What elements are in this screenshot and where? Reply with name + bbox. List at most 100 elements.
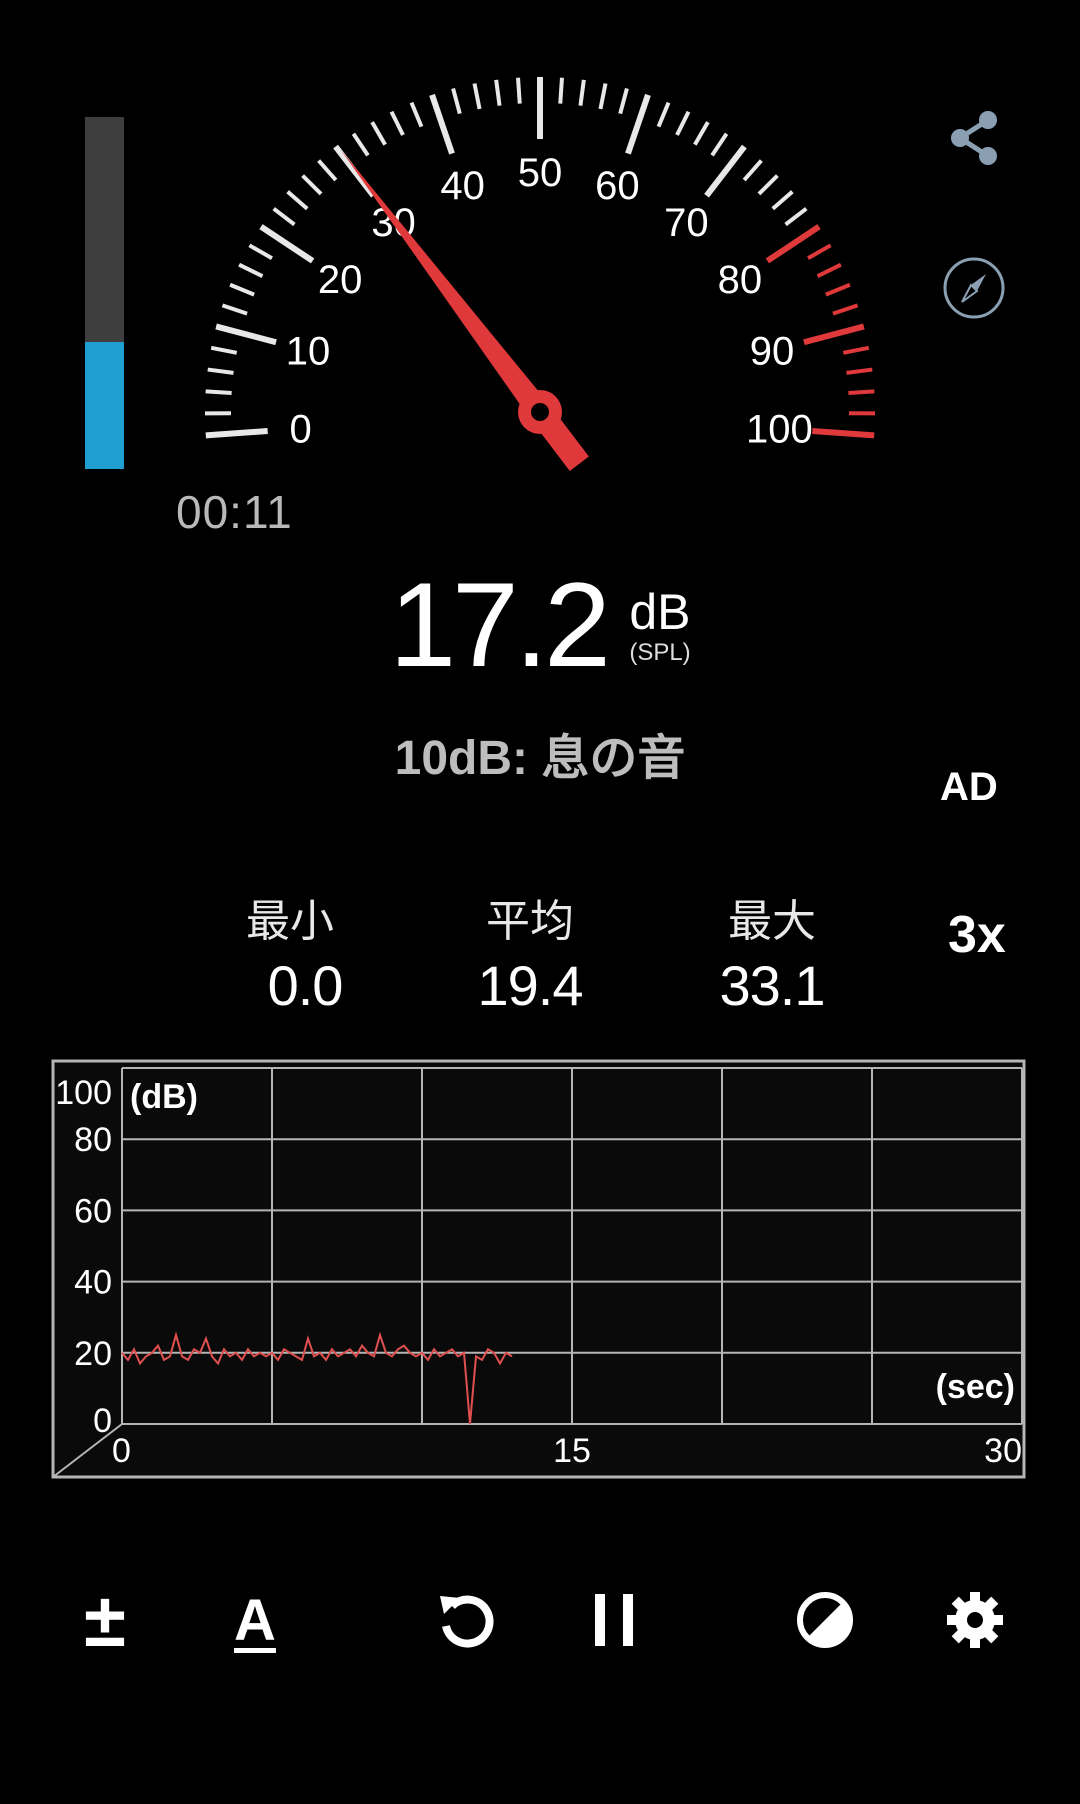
gauge-tick-label: 50 xyxy=(518,151,563,195)
gauge-tick xyxy=(625,93,651,155)
chart-x-tick-label: 15 xyxy=(553,1432,591,1470)
stat-avg: 平均 19.4 xyxy=(410,885,650,1018)
gauge-tick xyxy=(215,323,277,346)
reset-icon xyxy=(440,1595,494,1648)
plus-minus-icon: ± xyxy=(84,1577,126,1663)
history-chart: 100 80 60 40 20 0 0 15 30 (dB) (sec) xyxy=(51,1059,1026,1479)
chart-y-tick-label: 80 xyxy=(74,1121,112,1159)
compass-button[interactable] xyxy=(934,248,1014,328)
gauge-tick xyxy=(272,207,296,227)
gauge-tick xyxy=(494,79,502,106)
chart-x-tick-label: 0 xyxy=(112,1432,131,1470)
gauge-tick xyxy=(832,303,859,316)
gauge-tick xyxy=(618,87,629,115)
gauge-tick xyxy=(742,159,763,182)
gauge-tick xyxy=(389,110,405,136)
gauge-tick xyxy=(825,282,851,297)
reading-value: 17.2 xyxy=(389,558,611,692)
gauge-tick-label: 100 xyxy=(746,408,813,452)
settings-button[interactable] xyxy=(925,1570,1025,1670)
a-weighting-icon: A xyxy=(234,1587,276,1653)
gauge-tick xyxy=(205,389,232,396)
reading-unit-group: dB (SPL) xyxy=(629,587,690,665)
ad-button[interactable]: AD xyxy=(940,765,998,810)
gauge-tick xyxy=(757,174,779,196)
gauge-tick xyxy=(656,101,671,128)
stat-max-value: 33.1 xyxy=(719,954,826,1017)
theme-button[interactable] xyxy=(775,1570,875,1670)
pause-icon xyxy=(595,1594,633,1646)
gauge-tick xyxy=(286,190,309,211)
gauge-tick xyxy=(558,77,564,104)
gauge-needle-hub-hole xyxy=(531,403,549,421)
chart-y-tick-label: 100 xyxy=(55,1074,112,1112)
gauge-tick-label: 20 xyxy=(318,258,363,302)
gauge-ticks xyxy=(204,77,876,439)
gauge-tick xyxy=(451,87,462,115)
contrast-icon xyxy=(797,1592,853,1648)
gauge-tick xyxy=(429,93,455,155)
stat-avg-value: 19.4 xyxy=(477,954,584,1017)
gauge-tick xyxy=(238,262,264,278)
gauge-tick xyxy=(842,345,870,355)
gauge-tick xyxy=(771,190,794,211)
compass-icon xyxy=(943,257,1005,319)
gauge-tick xyxy=(210,345,238,355)
sound-level-gauge: 0102030405060708090100 xyxy=(204,77,876,472)
gauge-tick-label: 40 xyxy=(440,164,485,208)
gauge-tick xyxy=(516,77,522,104)
time-scale-button[interactable]: 3x xyxy=(948,905,1006,965)
gauge-tick xyxy=(675,110,691,136)
gauge-tick xyxy=(803,323,865,346)
gauge-tick xyxy=(301,174,323,196)
gauge-tick-label: 60 xyxy=(595,164,640,208)
gauge-tick-label: 0 xyxy=(289,408,311,452)
gauge-tick xyxy=(846,367,873,375)
gauge-tick xyxy=(710,132,729,157)
stat-avg-label: 平均 xyxy=(486,897,574,946)
gauge-tick xyxy=(351,132,370,157)
stat-min-label: 最小 xyxy=(246,897,334,946)
gauge-tick-label: 70 xyxy=(664,201,709,245)
reset-button[interactable] xyxy=(416,1570,516,1670)
gauge-tick xyxy=(221,303,248,316)
stat-max: 最大 33.1 xyxy=(652,885,892,1018)
gauge-tick xyxy=(784,207,808,227)
reference-description: 10dB: 息の音 xyxy=(394,732,686,785)
gauge-tick xyxy=(317,159,338,182)
gauge-tick xyxy=(205,428,268,439)
elapsed-timer: 00:11 xyxy=(176,486,293,538)
chart-y-tick-label: 40 xyxy=(74,1264,112,1302)
current-reading: 17.2 dB (SPL) xyxy=(0,565,1080,685)
gauge-tick-label: 10 xyxy=(286,330,331,374)
stat-min: 最小 0.0 xyxy=(170,885,410,1018)
chart-y-tick-label: 0 xyxy=(93,1402,112,1440)
gauge-tick xyxy=(807,243,832,260)
level-meter-bar xyxy=(85,117,124,469)
gauge-tick xyxy=(472,83,482,110)
gear-icon xyxy=(947,1592,1003,1648)
gauge-tick xyxy=(598,83,608,110)
reading-unit: dB xyxy=(629,584,691,640)
stat-max-label: 最大 xyxy=(728,897,816,946)
gauge-tick xyxy=(848,389,875,396)
gauge-tick-label: 80 xyxy=(718,258,763,302)
gauge-tick xyxy=(693,121,710,146)
chart-x-tick-label: 30 xyxy=(984,1432,1022,1470)
gauge-tick-label: 90 xyxy=(750,330,795,374)
chart-y-tick-label: 20 xyxy=(74,1335,112,1373)
share-button[interactable] xyxy=(934,98,1014,178)
chart-y-axis-label: (dB) xyxy=(130,1078,198,1116)
gauge-tick xyxy=(816,262,842,278)
gauge-tick xyxy=(229,282,255,297)
stat-min-value: 0.0 xyxy=(267,954,344,1017)
gauge-tick xyxy=(409,101,424,128)
gauge-tick xyxy=(248,243,273,260)
level-meter-fill xyxy=(85,342,124,469)
calibrate-button[interactable]: ± xyxy=(55,1570,155,1670)
chart-x-axis-label: (sec) xyxy=(936,1368,1015,1406)
pause-button[interactable] xyxy=(564,1570,664,1670)
weighting-button[interactable]: A xyxy=(205,1570,305,1670)
chart-y-tick-label: 60 xyxy=(74,1192,112,1230)
share-icon xyxy=(951,111,997,165)
